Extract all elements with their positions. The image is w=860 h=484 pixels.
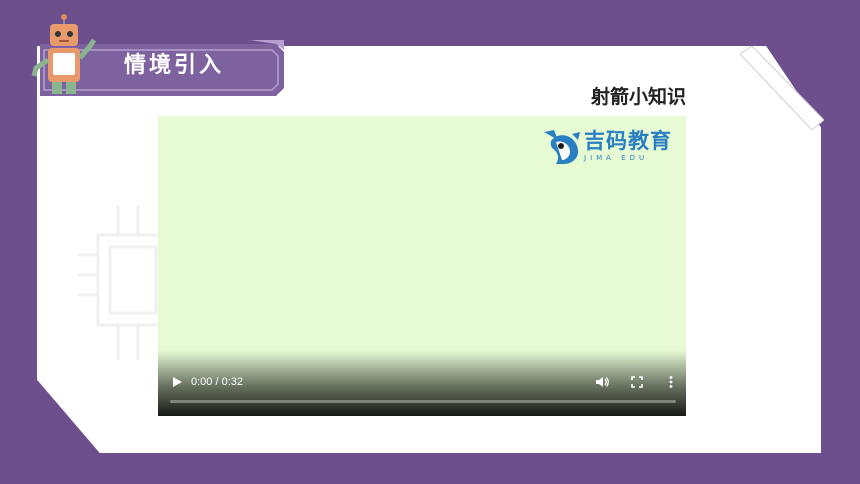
corner-fold-decoration (740, 46, 824, 131)
slide-stage: 情境引入 射箭小知识 吉码教育 JIMA EDU 0:00 / 0:32 (0, 0, 860, 484)
robot-mascot (31, 14, 97, 94)
play-icon[interactable] (170, 375, 184, 389)
brand-subtext: JIMA EDU (584, 154, 649, 162)
brand-logo: 吉码教育 JIMA EDU (542, 124, 682, 166)
progress-bar[interactable] (170, 400, 676, 403)
fullscreen-icon[interactable] (630, 375, 644, 389)
time-display: 0:00 / 0:32 (191, 376, 243, 388)
more-vertical-icon[interactable] (664, 375, 678, 389)
section-title: 情境引入 (124, 53, 225, 78)
unicorn-logo-icon (544, 130, 580, 164)
volume-icon[interactable] (595, 375, 609, 389)
brand-name: 吉码教育 (584, 129, 672, 153)
video-player[interactable]: 吉码教育 JIMA EDU 0:00 / 0:32 (158, 116, 686, 416)
lesson-subtitle: 射箭小知识 (590, 86, 686, 108)
